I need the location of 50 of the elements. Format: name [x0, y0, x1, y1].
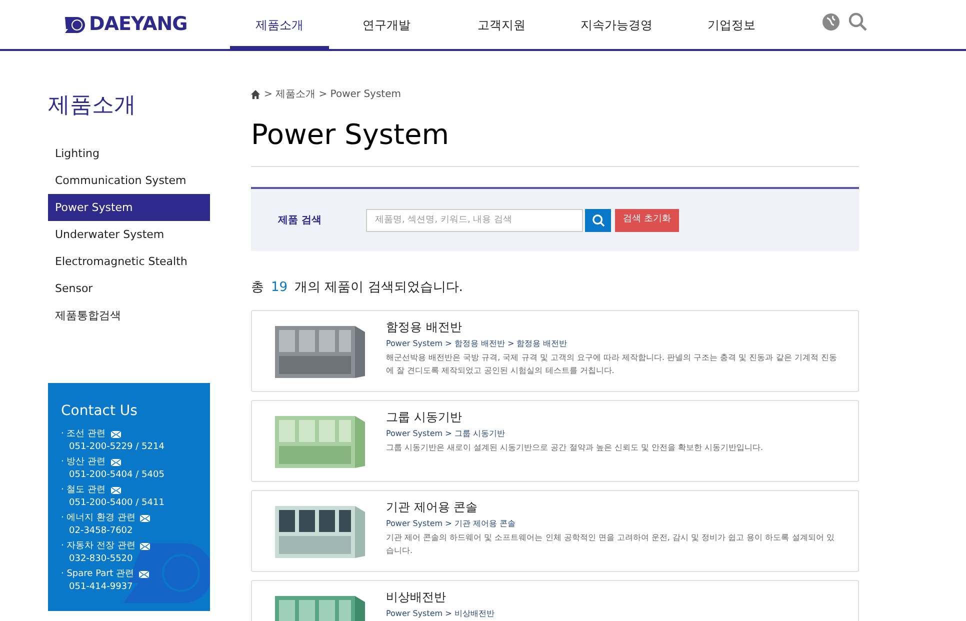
sidebar-title: 제품소개: [48, 92, 137, 120]
product-card[interactable]: 비상배전반 Power System > 비상배전반: [251, 580, 859, 621]
contact-label: · 에너지 환경 관련: [61, 512, 136, 525]
contact-phone: 051-414-9937: [68, 581, 134, 594]
contact-title: Contact Us: [61, 402, 138, 421]
nav-tab[interactable]: 제품소개: [230, 0, 329, 49]
contact-phone: 051-200-5229 / 5214: [68, 441, 166, 454]
nav-tab[interactable]: 기업정보: [674, 0, 789, 49]
sidebar-item[interactable]: 제품통합검색: [48, 302, 210, 329]
product-description: 그룹 시동기반은 새로이 설계된 시동기반으로 공간 절약과 높은 신뢰도 및 안전을 확보한 시동기반입니다.: [386, 442, 764, 454]
page-title: Power System: [251, 114, 859, 167]
result-text: 총: [251, 279, 264, 297]
nav-tab[interactable]: 고객지원: [444, 0, 559, 49]
contact-label: · 자동차 전장 관련: [61, 540, 136, 553]
sidebar-item[interactable]: Power System: [48, 194, 210, 221]
contact-phone: 051-200-5404 / 5405: [68, 469, 166, 482]
search-label: 제품 검색: [278, 214, 322, 228]
product-card[interactable]: 함정용 배전반 Power System > 함정용 배전반 > 함정용 배전반 해군선박용 배전반은 국방 규격, 국제 규격 및 고객의 요구에 따라 제작합니다. 판넬의 구조는 충격 및 진동과 같은 기계적 진동에 잘 견디도록 제작되었고 공인된 시험실의 테스트를 거칩니다.: [251, 310, 859, 392]
product-card[interactable]: 그룹 시동기반 Power System > 그룹 시동기반 그룹 시동기반은 새로이 설계된 시동기반으로 공간 절약과 높은 신뢰도 및 안전을 확보한 시동기반입니다.: [251, 400, 859, 482]
product-path: Power System > 비상배전반: [386, 608, 496, 620]
product-name: 그룹 시동기반: [386, 408, 463, 426]
product-card[interactable]: 기관 제어용 콘솔 Power System > 기관 제어용 콘솔 기관 제어 콘솔의 하드웨어 및 소프트웨어는 인체 공학적인 면을 고려하여 운전, 감시 및 정비가 쉽고 용이 하도록 설계되어 있습니다.: [251, 490, 859, 572]
logo[interactable]: DAEYANG: [65, 10, 188, 39]
contact-label: · Spare Part 관련: [61, 568, 134, 581]
contact-label: · 방산 관련: [61, 456, 106, 469]
product-name: 기관 제어용 콘솔: [386, 498, 479, 516]
product-description: 해군선박용 배전반은 국방 규격, 국제 규격 및 고객의 요구에 따라 제작합니다. 판넬의 구조는 충격 및 진동과 같은 기계적 진동에 잘 견디도록 제작되었고 공인된 시험실의 테스트를 거칩니다.: [386, 352, 838, 376]
product-name: 함정용 배전반: [386, 318, 463, 336]
contact-label: · 철도 관련: [61, 484, 106, 497]
product-path: Power System > 기관 제어용 콘솔: [386, 518, 516, 530]
product-path: Power System > 그룹 시동기반: [386, 428, 506, 440]
contact-label: · 조선 관련: [61, 428, 106, 441]
product-description: 기관 제어 콘솔의 하드웨어 및 소프트웨어는 인체 공학적인 면을 고려하여 운전, 감시 및 정비가 쉽고 용이 하도록 설계되어 있습니다.: [386, 532, 836, 556]
breadcrumb: > 제품소개 > Power System: [264, 88, 401, 102]
result-count: 19: [271, 279, 288, 297]
nav-tab[interactable]: 연구개발: [329, 0, 444, 49]
sidebar-item[interactable]: Communication System: [48, 167, 210, 194]
sidebar-item[interactable]: Electromagnetic Stealth: [48, 248, 210, 275]
reset-button[interactable]: 검색 초기화: [615, 208, 679, 232]
search-field[interactable]: 제품명, 섹션명, 키워드, 내용 검색: [366, 208, 583, 232]
nav-tab[interactable]: 지속가능경영: [559, 0, 674, 49]
sidebar-item[interactable]: Underwater System: [48, 221, 210, 248]
contact-phone: 02-3458-7602: [68, 525, 134, 538]
product-name: 비상배전반: [386, 588, 447, 606]
result-text: 개의 제품이 검색되었습니다.: [294, 279, 463, 297]
contact-phone: 032-830-5520: [68, 553, 134, 566]
sidebar-item[interactable]: Sensor: [48, 275, 210, 302]
sidebar-item[interactable]: Lighting: [48, 140, 210, 167]
product-path: Power System > 함정용 배전반 > 함정용 배전반: [386, 338, 568, 350]
contact-phone: 051-200-5400 / 5411: [68, 497, 166, 510]
